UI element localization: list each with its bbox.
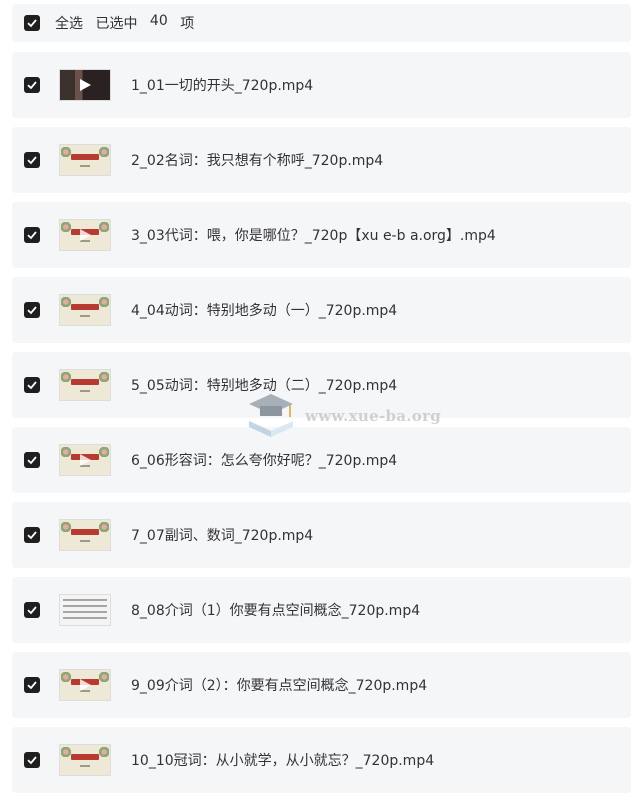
video-thumbnail	[59, 519, 111, 551]
file-name[interactable]: 4_04动词：特别地多动（一）_720p.mp4	[131, 300, 397, 320]
graduation-cap-book-icon	[243, 391, 299, 441]
selection-summary: 全选 已选中 40 项	[55, 13, 194, 33]
check-icon	[27, 606, 37, 615]
file-name[interactable]: 3_03代词：喂，你是哪位？_720p【xu e-b a.org】.mp4	[131, 225, 496, 245]
check-icon	[27, 381, 37, 390]
play-icon	[80, 679, 91, 691]
play-icon	[80, 229, 91, 241]
video-thumbnail	[59, 744, 111, 776]
watermark: www.xue-ba.org	[243, 391, 453, 441]
file-row[interactable]: 1_01一切的开头_720p.mp4	[12, 52, 631, 118]
check-icon	[27, 156, 37, 165]
file-row[interactable]: 2_02名词：我只想有个称呼_720p.mp4	[12, 127, 631, 193]
check-icon	[27, 81, 37, 90]
check-icon	[27, 456, 37, 465]
play-icon	[80, 79, 91, 91]
video-thumbnail	[59, 444, 111, 476]
video-thumbnail	[59, 144, 111, 176]
watermark-text: www.xue-ba.org	[305, 407, 442, 425]
file-checkbox[interactable]	[24, 377, 40, 393]
video-thumbnail	[59, 219, 111, 251]
video-thumbnail	[59, 669, 111, 701]
check-icon	[27, 681, 37, 690]
check-icon	[27, 531, 37, 540]
check-icon	[27, 19, 37, 28]
check-icon	[27, 231, 37, 240]
file-checkbox[interactable]	[24, 677, 40, 693]
selected-prefix: 已选中	[95, 16, 138, 32]
file-name[interactable]: 10_10冠词：从小就学，从小就忘？_720p.mp4	[131, 750, 434, 770]
file-row[interactable]: 4_04动词：特别地多动（一）_720p.mp4	[12, 277, 631, 343]
select-all-bar: 全选 已选中 40 项	[12, 4, 631, 42]
file-name[interactable]: 2_02名词：我只想有个称呼_720p.mp4	[131, 150, 383, 170]
file-checkbox[interactable]	[24, 602, 40, 618]
select-all-label[interactable]: 全选	[55, 13, 83, 33]
select-all-checkbox[interactable]	[24, 15, 40, 31]
file-checkbox[interactable]	[24, 77, 40, 93]
file-checkbox[interactable]	[24, 302, 40, 318]
file-row[interactable]: 7_07副词、数词_720p.mp4	[12, 502, 631, 568]
file-row[interactable]: 8_08介词（1）你要有点空间概念_720p.mp4	[12, 577, 631, 643]
file-name[interactable]: 1_01一切的开头_720p.mp4	[131, 75, 313, 95]
check-icon	[27, 306, 37, 315]
file-checkbox[interactable]	[24, 527, 40, 543]
file-checkbox[interactable]	[24, 752, 40, 768]
file-name[interactable]: 8_08介词（1）你要有点空间概念_720p.mp4	[131, 600, 420, 620]
file-checkbox[interactable]	[24, 152, 40, 168]
video-thumbnail	[59, 594, 111, 626]
selected-suffix: 项	[180, 16, 195, 32]
file-row[interactable]: 9_09介词（2）：你要有点空间概念_720p.mp4	[12, 652, 631, 718]
file-name[interactable]: 7_07副词、数词_720p.mp4	[131, 525, 313, 545]
file-row[interactable]: 10_10冠词：从小就学，从小就忘？_720p.mp4	[12, 727, 631, 793]
video-thumbnail	[59, 69, 111, 101]
check-icon	[27, 756, 37, 765]
file-row[interactable]: 3_03代词：喂，你是哪位？_720p【xu e-b a.org】.mp4	[12, 202, 631, 268]
play-icon	[80, 454, 91, 466]
video-thumbnail	[59, 294, 111, 326]
file-checkbox[interactable]	[24, 227, 40, 243]
file-checkbox[interactable]	[24, 452, 40, 468]
file-name[interactable]: 9_09介词（2）：你要有点空间概念_720p.mp4	[131, 675, 427, 695]
selected-count: 40	[149, 13, 168, 29]
video-thumbnail	[59, 369, 111, 401]
file-name[interactable]: 6_06形容词：怎么夸你好呢？_720p.mp4	[131, 450, 397, 470]
